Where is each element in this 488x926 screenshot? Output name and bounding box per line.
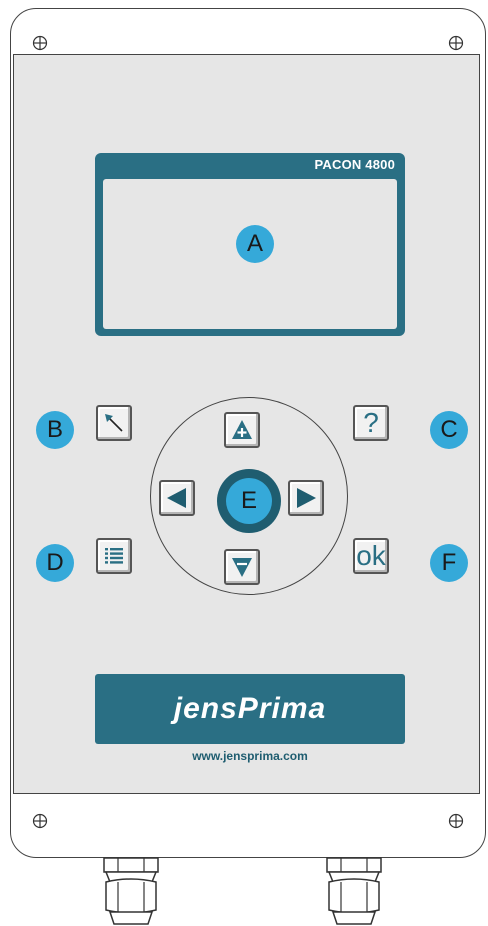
enter-button[interactable]: E [217, 469, 281, 533]
menu-button[interactable] [96, 538, 132, 574]
callout-c: C [430, 411, 468, 449]
arrow-down-icon [232, 558, 252, 577]
model-label: PACON 4800 [314, 157, 395, 172]
up-button[interactable] [224, 412, 260, 448]
cable-gland-icon [326, 857, 382, 925]
arrow-up-icon [232, 420, 252, 439]
left-button[interactable] [159, 480, 195, 516]
callout-e: E [226, 478, 272, 524]
callout-b: B [36, 411, 74, 449]
arrow-right-icon [297, 488, 316, 508]
callout-a: A [236, 225, 274, 263]
cable-gland-icon [103, 857, 159, 925]
callout-f: F [430, 544, 468, 582]
callout-d: D [36, 544, 74, 582]
list-icon [105, 548, 123, 564]
right-button[interactable] [288, 480, 324, 516]
brand-logo-panel: jensPrima [95, 674, 405, 744]
brand-logo: jensPrima [173, 692, 327, 725]
ok-button[interactable]: ok [353, 538, 389, 574]
down-button[interactable] [224, 549, 260, 585]
screw-icon [448, 35, 464, 51]
screw-icon [448, 813, 464, 829]
arrow-left-icon [167, 488, 186, 508]
website-label: www.jensprima.com [192, 749, 308, 763]
screw-icon [32, 813, 48, 829]
help-button-label: ? [363, 407, 379, 438]
back-button[interactable] [96, 405, 132, 441]
screw-icon [32, 35, 48, 51]
help-button[interactable]: ? [353, 405, 389, 441]
arrow-up-left-icon [105, 414, 123, 432]
ok-button-label: ok [356, 540, 386, 571]
